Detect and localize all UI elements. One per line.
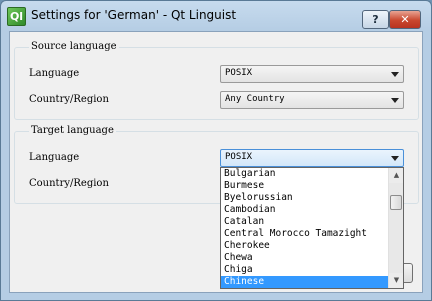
list-item[interactable]: Catalan [221, 216, 388, 228]
target-country-label: Country/Region [29, 178, 109, 189]
source-language-label: Language [29, 68, 80, 79]
target-language-combo[interactable]: POSIX [220, 149, 404, 167]
scroll-down-icon[interactable]: ▼ [389, 273, 403, 288]
dropdown-scrollbar[interactable]: ▲ ▼ [388, 168, 403, 288]
source-language-title: Source language [29, 41, 119, 52]
settings-window: Ql Settings for 'German' - Qt Linguist ?… [0, 0, 432, 301]
source-country-combo[interactable]: Any Country [220, 91, 404, 109]
source-country-label: Country/Region [29, 94, 109, 105]
list-item[interactable]: Central Morocco Tamazight [221, 228, 388, 240]
chevron-down-icon [391, 98, 399, 103]
list-item[interactable]: Bulgarian [221, 168, 388, 180]
target-language-label: Language [29, 152, 80, 163]
window-title: Settings for 'German' - Qt Linguist [31, 8, 237, 22]
scrollbar-thumb[interactable] [390, 195, 402, 210]
help-button[interactable]: ? [362, 10, 389, 29]
target-language-title: Target language [29, 125, 116, 136]
list-item[interactable]: Byelorussian [221, 192, 388, 204]
list-item[interactable]: Chewa [221, 252, 388, 264]
list-item[interactable]: Burmese [221, 180, 388, 192]
list-item-selected[interactable]: Chinese [221, 276, 388, 288]
close-button[interactable]: ✕ [389, 10, 421, 29]
qt-linguist-icon: Ql [7, 7, 26, 26]
target-language-value: POSIX [225, 152, 253, 162]
chevron-down-icon [391, 72, 399, 77]
list-item[interactable]: Cambodian [221, 204, 388, 216]
chevron-down-icon [391, 156, 399, 161]
scroll-up-icon[interactable]: ▲ [389, 168, 403, 183]
source-language-group [14, 47, 419, 120]
source-country-value: Any Country [225, 94, 285, 104]
list-item[interactable]: Cherokee [221, 240, 388, 252]
source-language-combo[interactable]: POSIX [220, 65, 404, 83]
title-bar[interactable]: Ql Settings for 'German' - Qt Linguist ?… [1, 1, 431, 31]
language-options: Bulgarian Burmese Byelorussian Cambodian… [221, 168, 388, 288]
source-language-value: POSIX [225, 68, 253, 78]
language-dropdown-list[interactable]: Bulgarian Burmese Byelorussian Cambodian… [220, 167, 404, 289]
list-item[interactable]: Chiga [221, 264, 388, 276]
